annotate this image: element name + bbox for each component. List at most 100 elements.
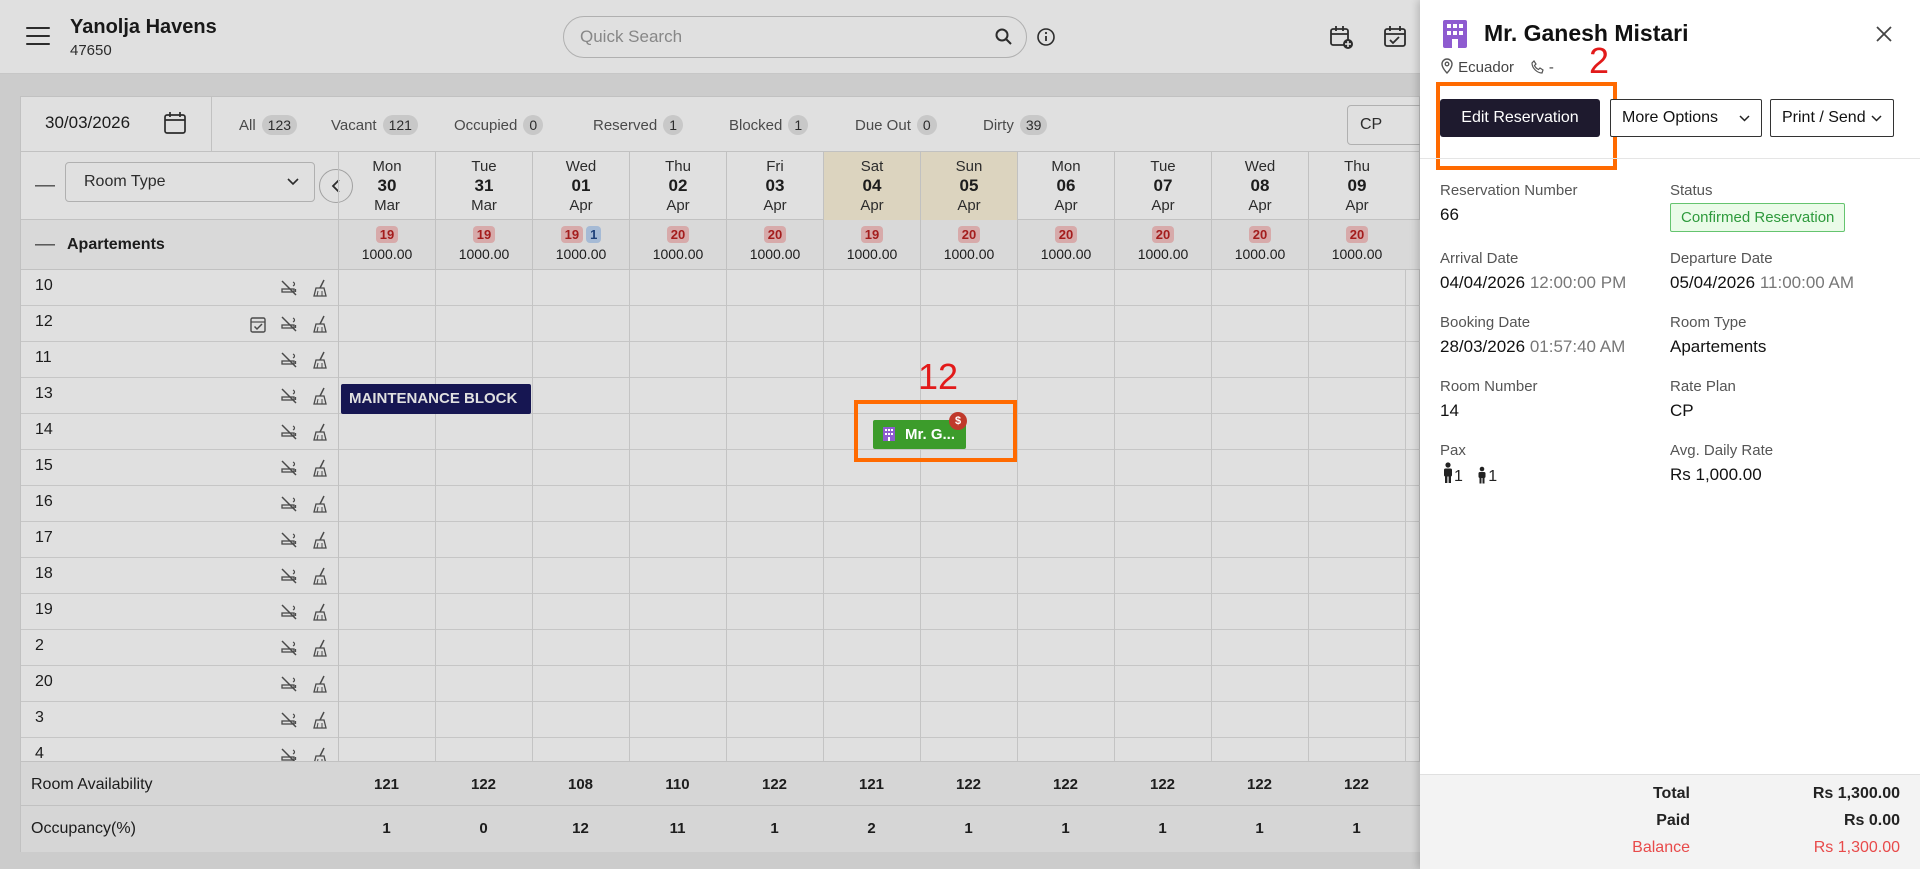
day-month: Apr [1151,197,1175,214]
day-month: Apr [957,197,981,214]
filter-reserved[interactable]: Reserved 1 [593,115,683,135]
filter-due-out[interactable]: Due Out 0 [855,115,937,135]
no-smoking-icon[interactable] [279,638,299,658]
availability-badges: 20 [1212,220,1308,244]
no-smoking-icon[interactable] [279,458,299,478]
day-date: 08 [1250,176,1270,195]
grid-line [726,270,727,761]
search-input[interactable] [580,27,980,47]
print-send-button[interactable]: Print / Send [1770,99,1894,137]
cleaning-broom-icon[interactable] [311,746,331,761]
guest-contact-line: Ecuador - [1440,58,1554,76]
group-availability-cell: 20 1000.00 [1308,220,1405,270]
filter-vacant[interactable]: Vacant 121 [331,115,418,135]
info-icon[interactable] [1036,27,1056,47]
rate-value: 1000.00 [555,246,607,262]
cleaning-broom-icon[interactable] [311,674,331,694]
room-number: 3 [35,709,44,726]
paid-value: Rs 0.00 [1843,812,1900,829]
occupancy-value: 12 [572,820,589,837]
filter-label: Occupied [454,117,518,134]
available-count-badge: 20 [957,226,981,243]
availability-badges: 19 [339,220,435,244]
no-smoking-icon[interactable] [279,566,299,586]
cleaning-broom-icon[interactable] [311,458,331,478]
cleaning-broom-icon[interactable] [311,278,331,298]
no-smoking-icon[interactable] [279,314,299,334]
arrival-date-value: 04/04/2026 12:00:00 PM [1440,273,1626,293]
date-column-header: Fri 03 Apr [726,152,823,220]
guest-country: Ecuador [1458,59,1515,76]
edit-reservation-button[interactable]: Edit Reservation [1440,99,1600,137]
add-reservation-icon[interactable] [1328,24,1354,50]
menu-icon[interactable] [26,27,50,47]
close-icon[interactable] [1874,24,1894,44]
cleaning-broom-icon[interactable] [311,422,331,442]
filter-occupied[interactable]: Occupied 0 [454,115,544,135]
no-smoking-icon[interactable] [279,422,299,442]
room-number: 16 [35,493,53,510]
booking-time: 01:57:40 AM [1529,337,1626,356]
no-smoking-icon[interactable] [279,746,299,761]
availability-badges: 19 [824,220,920,244]
group-availability-cell: 20 1000.00 [1017,220,1114,270]
no-smoking-icon[interactable] [279,602,299,622]
cleaning-broom-icon[interactable] [311,638,331,658]
filter-bar: 30/03/2026 All 123 Vacant 121 Occupied 0 Reser… [21,97,1427,152]
occupancy-value: 1 [1158,820,1167,837]
adult-icon [1444,462,1452,483]
available-count-badge: 19 [375,226,399,243]
no-smoking-icon[interactable] [279,350,299,370]
cleaning-broom-icon[interactable] [311,314,331,334]
more-options-button[interactable]: More Options [1610,99,1762,137]
group-availability-cell: 20 1000.00 [726,220,823,270]
filter-label: All [239,117,256,134]
room-number: 11 [35,349,52,366]
grid-line [1017,270,1018,761]
room-group-row: — Apartements 19 1000.00 19 1000.00 19 1 1000.… [21,220,1421,270]
room-type-select[interactable]: Room Type [65,162,315,202]
search-icon[interactable] [994,27,1014,47]
filter-count: 123 [261,115,298,135]
selected-date[interactable]: 30/03/2026 [45,113,130,133]
filter-blocked[interactable]: Blocked 1 [729,115,809,135]
occupancy-value: 1 [770,820,779,837]
availability-badges: 20 [1115,220,1211,244]
no-smoking-icon[interactable] [279,386,299,406]
cleaning-broom-icon[interactable] [311,386,331,406]
day-date: 05 [959,176,979,195]
room-number-label: Room Number [1440,378,1538,395]
cleaning-broom-icon[interactable] [311,530,331,550]
filter-dirty[interactable]: Dirty 39 [983,115,1048,135]
date-column-header: Thu 02 Apr [629,152,726,220]
reservation-drawer: Mr. Ganesh Mistari Ecuador - 2 Edit Rese… [1420,0,1920,869]
room-number: 10 [35,277,53,294]
no-smoking-icon[interactable] [279,530,299,550]
maintenance-block[interactable]: MAINTENANCE BLOCK [341,384,531,414]
cleaning-broom-icon[interactable] [311,350,331,370]
day-month: Apr [1054,197,1078,214]
no-smoking-icon[interactable] [279,710,299,730]
calendar-icon[interactable] [163,111,187,135]
room-number: 13 [35,385,53,402]
availability-value: 122 [1149,776,1176,793]
hotel-code: 47650 [70,42,112,59]
collapse-all-button[interactable]: — [35,174,55,197]
no-smoking-icon[interactable] [279,494,299,514]
rate-plan-select[interactable]: CP [1347,105,1427,145]
no-smoking-icon[interactable] [279,674,299,694]
cleaning-broom-icon[interactable] [311,566,331,586]
calendar-check-icon[interactable] [1382,24,1408,50]
cleaning-broom-icon[interactable] [311,710,331,730]
departure-date-value: 05/04/2026 11:00:00 AM [1670,273,1854,293]
cleaning-broom-icon[interactable] [311,602,331,622]
collapse-group-button[interactable]: — [35,233,55,256]
date-column-header: Wed 08 Apr [1211,152,1308,220]
group-name: Apartements [67,236,165,253]
checked-calendar-icon[interactable] [248,314,268,334]
no-smoking-icon[interactable] [279,278,299,298]
availability-badges: 20 [1018,220,1114,244]
filter-all[interactable]: All 123 [239,115,298,135]
rate-plan-value: CP [1670,401,1694,420]
cleaning-broom-icon[interactable] [311,494,331,514]
